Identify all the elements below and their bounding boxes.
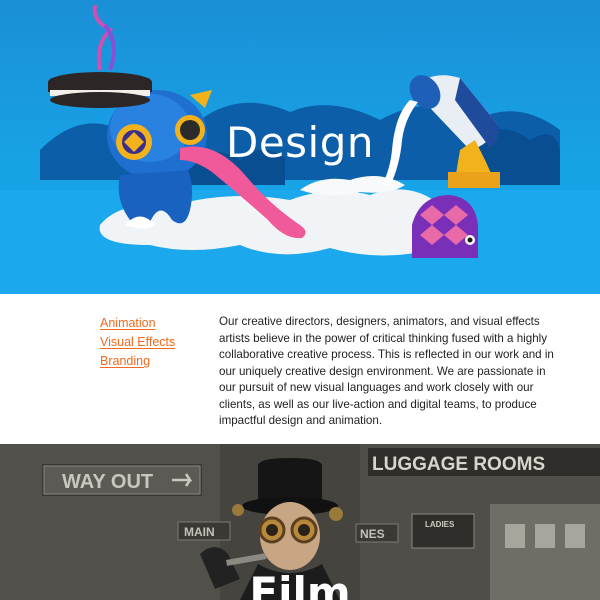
tag-item: Visual Effects: [100, 333, 175, 351]
nes-sign: NES: [360, 527, 385, 541]
main-sign: MAIN: [184, 525, 215, 539]
way-out-sign: WAY OUT: [62, 471, 153, 493]
tag-branding-link[interactable]: Branding: [100, 354, 150, 368]
tag-item: Branding: [100, 352, 175, 370]
design-description: Our creative directors, designers, anima…: [219, 315, 554, 427]
luggage-rooms-sign: LUGGAGE ROOMS: [372, 454, 545, 475]
tag-animation-link[interactable]: Animation: [100, 316, 156, 330]
design-info: Animation Visual Effects Branding Our cr…: [0, 294, 600, 444]
design-title: Design: [225, 118, 374, 167]
ladies-sign: LADIES: [425, 520, 455, 529]
design-tag-list: Animation Visual Effects Branding: [100, 314, 175, 371]
film-hero[interactable]: WAY OUT LUGGAGE ROOMS MAIN NES LADIES Fi…: [0, 444, 600, 600]
film-title: Film: [249, 568, 351, 600]
design-hero[interactable]: Design: [0, 0, 600, 294]
tag-item: Animation: [100, 314, 175, 332]
tag-visual-effects-link[interactable]: Visual Effects: [100, 335, 175, 349]
